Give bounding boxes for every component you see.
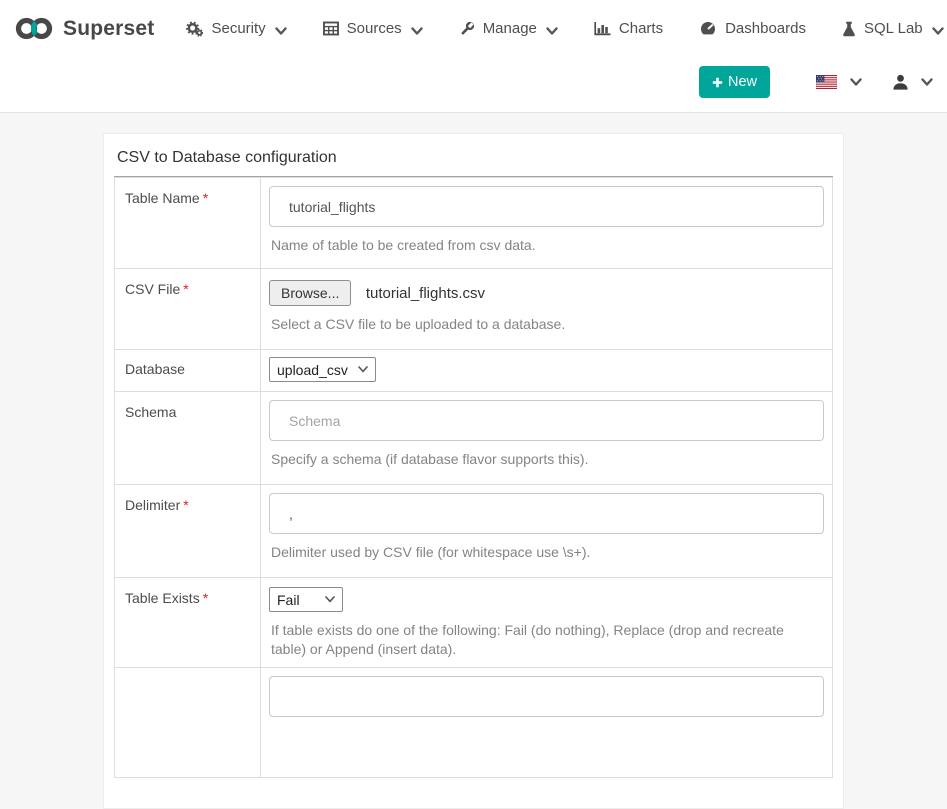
table-row-partial xyxy=(115,668,833,778)
required-asterisk: * xyxy=(183,281,188,297)
field-input-cell: Fail If table exists do one of the follo… xyxy=(261,578,833,668)
table-name-input[interactable] xyxy=(269,186,824,227)
field-input-cell: upload_csv xyxy=(261,350,833,392)
chevron-down-icon xyxy=(850,78,862,87)
nav-label: Charts xyxy=(619,20,663,37)
new-button-label: New xyxy=(728,74,757,90)
language-dropdown[interactable] xyxy=(816,75,862,89)
database-label: Database xyxy=(125,361,185,377)
table-row-delimiter: Delimiter* Delimiter used by CSV file (f… xyxy=(115,485,833,578)
csv-file-help: Select a CSV file to be uploaded to a da… xyxy=(271,315,819,334)
new-button[interactable]: New xyxy=(699,66,770,98)
chevron-down-icon xyxy=(921,78,933,87)
chevron-down-icon xyxy=(275,27,287,36)
chevron-down-icon xyxy=(932,27,944,36)
table-exists-label: Table Exists xyxy=(125,590,200,606)
nav-label: Sources xyxy=(347,20,402,37)
required-asterisk: * xyxy=(203,590,208,606)
nav-label: Manage xyxy=(483,20,537,37)
field-label-cell: Database xyxy=(115,350,261,392)
required-asterisk: * xyxy=(183,497,188,513)
table-row-table-name: Table Name* Name of table to be created … xyxy=(115,178,833,269)
field-label-cell: Delimiter* xyxy=(115,485,261,578)
dashboard-icon xyxy=(699,21,717,36)
nav-label: Security xyxy=(211,20,265,37)
nav-label: SQL Lab xyxy=(864,20,923,37)
browse-file-button[interactable]: Browse... xyxy=(269,280,351,306)
page-body: CSV to Database configuration Table Name… xyxy=(0,113,947,809)
field-label-cell: Table Exists* xyxy=(115,578,261,668)
delimiter-help: Delimiter used by CSV file (for whitespa… xyxy=(271,543,819,562)
field-label-cell: Table Name* xyxy=(115,178,261,269)
schema-label: Schema xyxy=(125,404,176,420)
table-icon xyxy=(323,21,339,36)
wrench-icon xyxy=(459,21,475,37)
nav-item-charts[interactable]: Charts xyxy=(594,20,663,37)
flask-icon xyxy=(842,21,856,37)
select-chevron-icon xyxy=(325,596,335,603)
table-row-table-exists: Table Exists* Fail If table exists do on… xyxy=(115,578,833,668)
partial-input[interactable] xyxy=(269,676,824,717)
delimiter-input[interactable] xyxy=(269,493,824,534)
table-row-database: Database upload_csv xyxy=(115,350,833,392)
table-exists-select-value: Fail xyxy=(277,592,300,608)
schema-input[interactable] xyxy=(269,400,824,441)
nav-item-sources[interactable]: Sources xyxy=(323,20,423,37)
table-exists-help: If table exists do one of the following:… xyxy=(271,621,819,659)
csv-file-label: CSV File xyxy=(125,281,180,297)
field-input-cell xyxy=(261,668,833,778)
field-input-cell: Name of table to be created from csv dat… xyxy=(261,178,833,269)
schema-help: Specify a schema (if database flavor sup… xyxy=(271,450,819,469)
database-select[interactable]: upload_csv xyxy=(269,357,376,382)
field-label-cell: Schema xyxy=(115,392,261,485)
bar-chart-icon xyxy=(594,21,611,36)
table-row-schema: Schema Specify a schema (if database fla… xyxy=(115,392,833,485)
field-input-cell: Browse... tutorial_flights.csv Select a … xyxy=(261,269,833,350)
field-label-cell: CSV File* xyxy=(115,269,261,350)
selected-file-name: tutorial_flights.csv xyxy=(366,285,485,302)
delimiter-label: Delimiter xyxy=(125,497,180,513)
required-asterisk: * xyxy=(203,190,208,206)
chevron-down-icon xyxy=(546,27,558,36)
nav-item-manage[interactable]: Manage xyxy=(459,20,558,37)
plus-icon xyxy=(712,77,723,88)
csv-config-panel: CSV to Database configuration Table Name… xyxy=(103,133,844,809)
csv-config-form: Table Name* Name of table to be created … xyxy=(114,177,833,778)
nav-menu: Security Sources xyxy=(186,20,943,37)
navbar-secondary-row: New xyxy=(0,57,947,107)
brand-name: Superset xyxy=(63,17,154,41)
navbar: Superset Security xyxy=(0,0,947,113)
nav-item-sql-lab[interactable]: SQL Lab xyxy=(842,20,944,37)
navbar-main-row: Superset Security xyxy=(0,0,947,57)
field-input-cell: Delimiter used by CSV file (for whitespa… xyxy=(261,485,833,578)
user-menu-dropdown[interactable] xyxy=(892,74,933,90)
superset-logo-icon xyxy=(14,16,54,41)
nav-item-dashboards[interactable]: Dashboards xyxy=(699,20,806,37)
nav-label: Dashboards xyxy=(725,20,806,37)
superset-brand[interactable]: Superset xyxy=(14,16,154,41)
field-input-cell: Specify a schema (if database flavor sup… xyxy=(261,392,833,485)
table-name-label: Table Name xyxy=(125,190,200,206)
table-row-csv-file: CSV File* Browse... tutorial_flights.csv… xyxy=(115,269,833,350)
chevron-down-icon xyxy=(411,27,423,36)
us-flag-icon xyxy=(816,75,837,89)
table-name-help: Name of table to be created from csv dat… xyxy=(271,236,819,255)
user-icon xyxy=(892,74,909,90)
nav-item-security[interactable]: Security xyxy=(186,20,286,37)
table-exists-select[interactable]: Fail xyxy=(269,587,343,612)
field-label-cell xyxy=(115,668,261,778)
page-title: CSV to Database configuration xyxy=(117,149,833,167)
select-chevron-icon xyxy=(358,366,368,373)
database-select-value: upload_csv xyxy=(277,362,348,378)
cogs-icon xyxy=(186,21,203,37)
